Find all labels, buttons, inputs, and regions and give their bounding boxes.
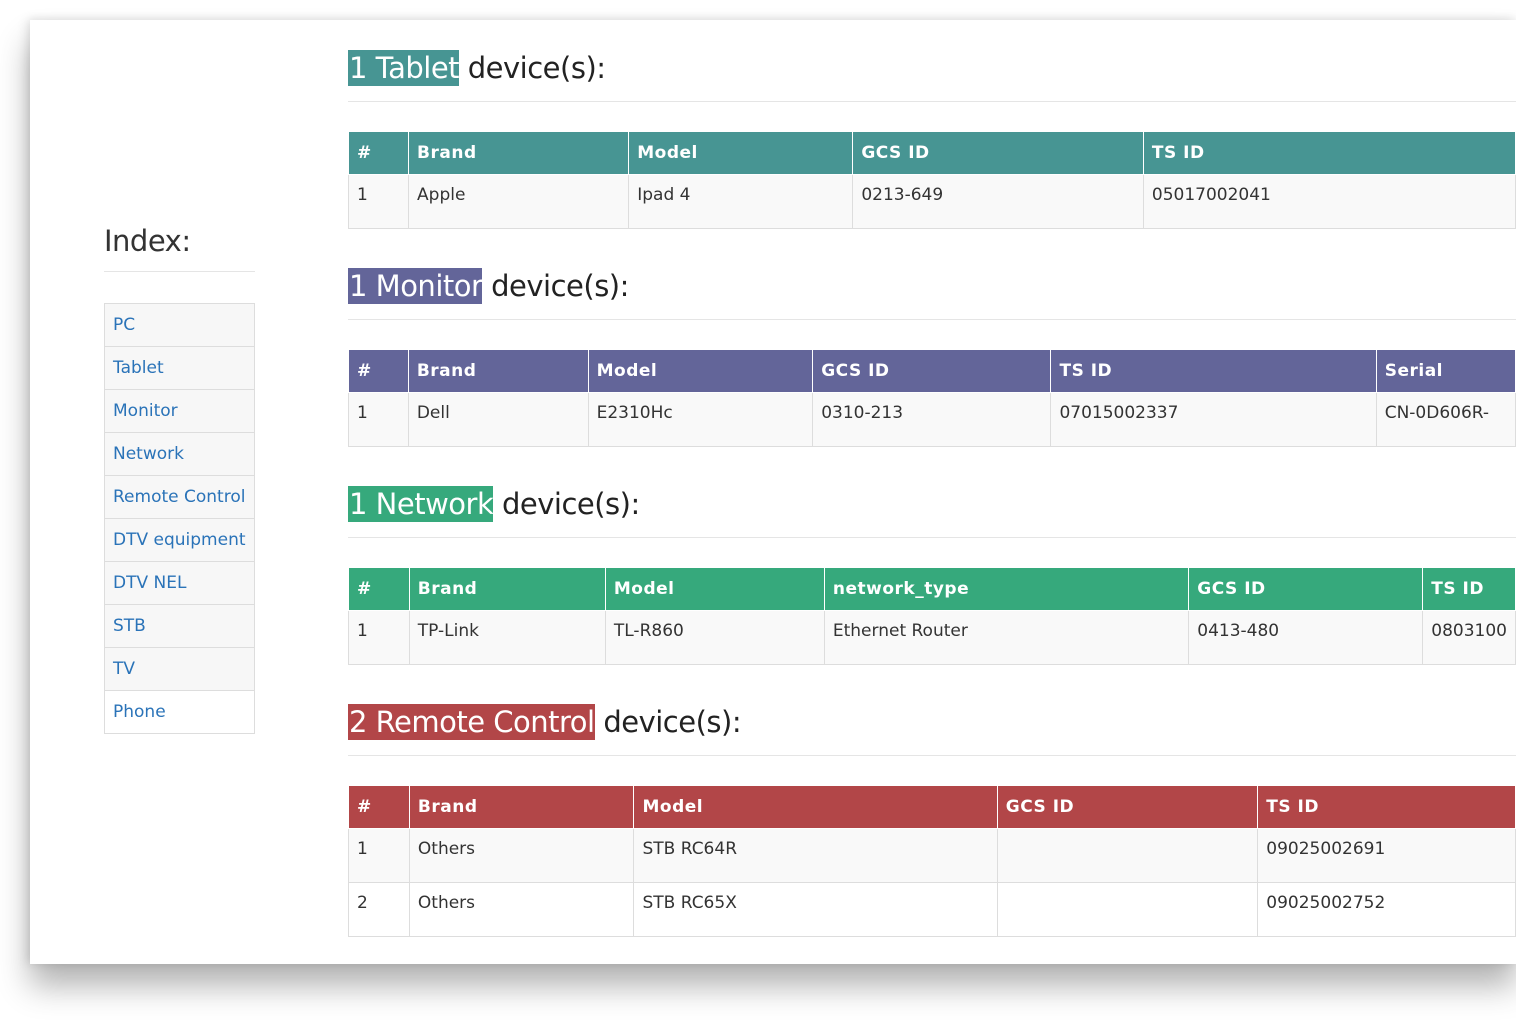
index-link-stb[interactable]: STB [105, 605, 254, 648]
column-header: TS ID [1257, 786, 1516, 829]
index-link-dtv-equipment[interactable]: DTV equipment [105, 519, 254, 562]
table-row: 1 Dell E2310Hc 0310-213 07015002337 CN-0… [348, 392, 1516, 447]
remote-control-section: 2 Remote Control device(s): # Brand Mode… [348, 702, 1516, 937]
monitor-divider [348, 319, 1516, 320]
tablet-count-badge: 1 Tablet [348, 50, 460, 86]
table-cell: CN-0D606R- [1375, 392, 1516, 447]
index-link-monitor[interactable]: Monitor [105, 390, 254, 433]
table-cell: 09025002752 [1257, 882, 1516, 937]
column-header: # [348, 350, 409, 393]
monitor-section: 1 Monitor device(s): # Brand Model GCS I… [348, 266, 1516, 447]
column-header: TS ID [1050, 350, 1377, 393]
network-heading: 1 Network device(s): [348, 484, 1516, 524]
page-window: Index: PC Tablet Monitor Network Remote … [30, 20, 1516, 964]
network-section: 1 Network device(s): # Brand Model netwo… [348, 484, 1516, 665]
index-link-phone[interactable]: Phone [105, 691, 254, 733]
index-link-dtv-nel[interactable]: DTV NEL [105, 562, 254, 605]
table-row: 1 Apple Ipad 4 0213-649 05017002041 [347, 174, 1516, 229]
table-cell: 1 [347, 174, 410, 229]
table-cell: TL-R860 [604, 610, 825, 665]
column-header: TS ID [1142, 132, 1516, 175]
table-cell: 0803100 [1422, 610, 1516, 665]
table-cell: 05017002041 [1142, 174, 1516, 229]
column-header: Brand [408, 132, 630, 175]
table-row: 2 Others STB RC65X 09025002752 [348, 882, 1516, 937]
table-cell: Ipad 4 [628, 174, 854, 229]
tablet-divider [348, 101, 1516, 102]
column-header: GCS ID [1188, 568, 1424, 611]
column-header: Brand [407, 350, 589, 393]
monitor-table: # Brand Model GCS ID TS ID Serial 1 Dell… [348, 350, 1516, 447]
remote-control-divider [348, 755, 1516, 756]
column-header: Model [628, 132, 854, 175]
tablet-heading-suffix: device(s): [459, 51, 606, 85]
network-divider [348, 537, 1516, 538]
table-cell [996, 882, 1259, 937]
column-header: GCS ID [812, 350, 1052, 393]
column-header: GCS ID [852, 132, 1144, 175]
column-header: # [348, 568, 410, 611]
column-header: # [348, 786, 410, 829]
table-cell: 09025002691 [1257, 828, 1516, 883]
index-link-pc[interactable]: PC [105, 304, 254, 347]
table-cell: Dell [407, 392, 589, 447]
table-cell: 07015002337 [1050, 392, 1377, 447]
index-title: Index: [104, 224, 191, 258]
index-divider [104, 271, 255, 272]
remote-control-heading: 2 Remote Control device(s): [348, 702, 1516, 742]
network-table: # Brand Model network_type GCS ID TS ID … [348, 568, 1516, 665]
table-header-row: # Brand Model GCS ID TS ID [348, 786, 1516, 829]
monitor-heading-suffix: device(s): [482, 269, 629, 303]
column-header: TS ID [1422, 568, 1516, 611]
column-header: Model [633, 786, 998, 829]
table-cell: E2310Hc [587, 392, 814, 447]
table-cell: Others [408, 882, 635, 937]
column-header: Brand [408, 786, 635, 829]
column-header: network_type [823, 568, 1190, 611]
column-header: # [347, 132, 410, 175]
monitor-count-badge: 1 Monitor [348, 268, 483, 304]
table-cell: TP-Link [408, 610, 606, 665]
table-cell: 0213-649 [852, 174, 1144, 229]
column-header: Model [604, 568, 825, 611]
table-cell: STB RC64R [633, 828, 998, 883]
table-header-row: # Brand Model GCS ID TS ID Serial [348, 350, 1516, 393]
table-cell: STB RC65X [633, 882, 998, 937]
table-cell: 1 [348, 392, 409, 447]
table-cell [996, 828, 1259, 883]
tablet-section: 1 Tablet device(s): # Brand Model GCS ID… [347, 48, 1516, 229]
network-count-badge: 1 Network [348, 486, 494, 522]
tablet-heading: 1 Tablet device(s): [348, 48, 1516, 88]
index-list: PC Tablet Monitor Network Remote Control… [104, 303, 255, 734]
column-header: Serial [1375, 350, 1516, 393]
index-link-network[interactable]: Network [105, 433, 254, 476]
remote-control-count-badge: 2 Remote Control [348, 704, 595, 740]
table-cell: 2 [348, 882, 410, 937]
table-cell: Ethernet Router [823, 610, 1190, 665]
table-cell: Apple [408, 174, 630, 229]
index-link-tablet[interactable]: Tablet [105, 347, 254, 390]
table-cell: 0413-480 [1188, 610, 1424, 665]
monitor-heading: 1 Monitor device(s): [348, 266, 1516, 306]
table-cell: 1 [348, 828, 410, 883]
table-row: 1 TP-Link TL-R860 Ethernet Router 0413-4… [348, 610, 1516, 665]
table-cell: 1 [348, 610, 410, 665]
network-heading-suffix: device(s): [493, 487, 640, 521]
column-header: Model [587, 350, 814, 393]
tablet-table: # Brand Model GCS ID TS ID 1 Apple Ipad … [347, 132, 1516, 229]
column-header: GCS ID [996, 786, 1259, 829]
index-link-tv[interactable]: TV [105, 648, 254, 691]
column-header: Brand [408, 568, 606, 611]
index-link-remote-control[interactable]: Remote Control [105, 476, 254, 519]
table-cell: 0310-213 [812, 392, 1052, 447]
remote-control-table: # Brand Model GCS ID TS ID 1 Others STB … [348, 786, 1516, 937]
table-header-row: # Brand Model GCS ID TS ID [347, 132, 1516, 175]
remote-control-heading-suffix: device(s): [594, 705, 742, 739]
table-row: 1 Others STB RC64R 09025002691 [348, 828, 1516, 883]
table-cell: Others [408, 828, 635, 883]
table-header-row: # Brand Model network_type GCS ID TS ID [348, 568, 1516, 611]
